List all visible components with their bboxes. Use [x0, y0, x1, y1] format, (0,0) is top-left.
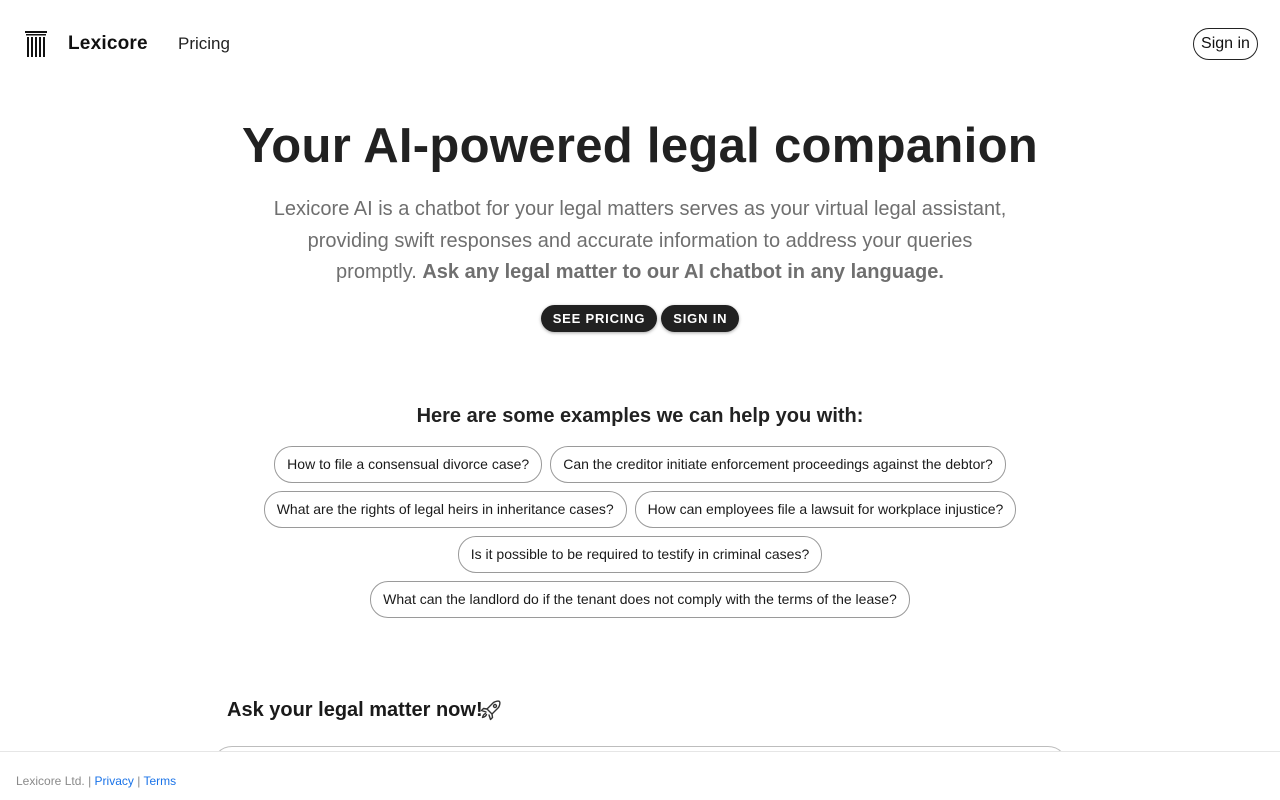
hero-description-bold: Ask any legal matter to our AI chatbot i…	[422, 261, 944, 283]
rocket-icon	[480, 700, 501, 721]
terms-link[interactable]: Terms	[143, 774, 176, 788]
hero-signin-button[interactable]: SIGN IN	[661, 305, 740, 332]
example-chip[interactable]: How can employees file a lawsuit for wor…	[634, 491, 1017, 528]
footer-separator: |	[88, 774, 92, 788]
signin-button[interactable]: Sign in	[1193, 28, 1258, 60]
examples-heading: Here are some examples we can help you w…	[416, 405, 864, 427]
example-chip[interactable]: Can the creditor initiate enforcement pr…	[550, 446, 1006, 483]
example-chip[interactable]: How to file a consensual divorce case?	[274, 446, 543, 483]
cta-row: SEE PRICING SIGN IN	[0, 305, 1280, 332]
privacy-link[interactable]: Privacy	[95, 774, 134, 788]
example-chip[interactable]: Is it possible to be required to testify…	[457, 536, 823, 573]
footer-separator: |	[137, 774, 141, 788]
example-row: Is it possible to be required to testify…	[240, 536, 1040, 573]
columns-logo-icon[interactable]	[24, 30, 48, 58]
hero-description: Lexicore AI is a chatbot for your legal …	[270, 194, 1010, 289]
footer-text: Lexicore Ltd. | Privacy | Terms	[16, 774, 176, 788]
footer: Lexicore Ltd. | Privacy | Terms	[0, 751, 1280, 800]
ask-heading: Ask your legal matter now!	[227, 699, 483, 721]
example-chip[interactable]: What can the landlord do if the tenant d…	[370, 581, 910, 618]
example-chips: How to file a consensual divorce case? C…	[240, 446, 1040, 626]
example-row: How to file a consensual divorce case? C…	[240, 446, 1040, 483]
nav-pricing-link[interactable]: Pricing	[178, 34, 230, 54]
top-navigation: Lexicore Pricing Sign in	[0, 0, 1280, 88]
see-pricing-button[interactable]: SEE PRICING	[540, 305, 658, 332]
example-row: What are the rights of legal heirs in in…	[240, 491, 1040, 528]
footer-company: Lexicore Ltd.	[16, 774, 85, 788]
brand-name[interactable]: Lexicore	[68, 33, 148, 55]
example-row: What can the landlord do if the tenant d…	[240, 581, 1040, 618]
page: Lexicore Pricing Sign in Your AI-powered…	[0, 0, 1280, 800]
example-chip[interactable]: What are the rights of legal heirs in in…	[263, 491, 627, 528]
hero-title: Your AI-powered legal companion	[241, 119, 1039, 173]
